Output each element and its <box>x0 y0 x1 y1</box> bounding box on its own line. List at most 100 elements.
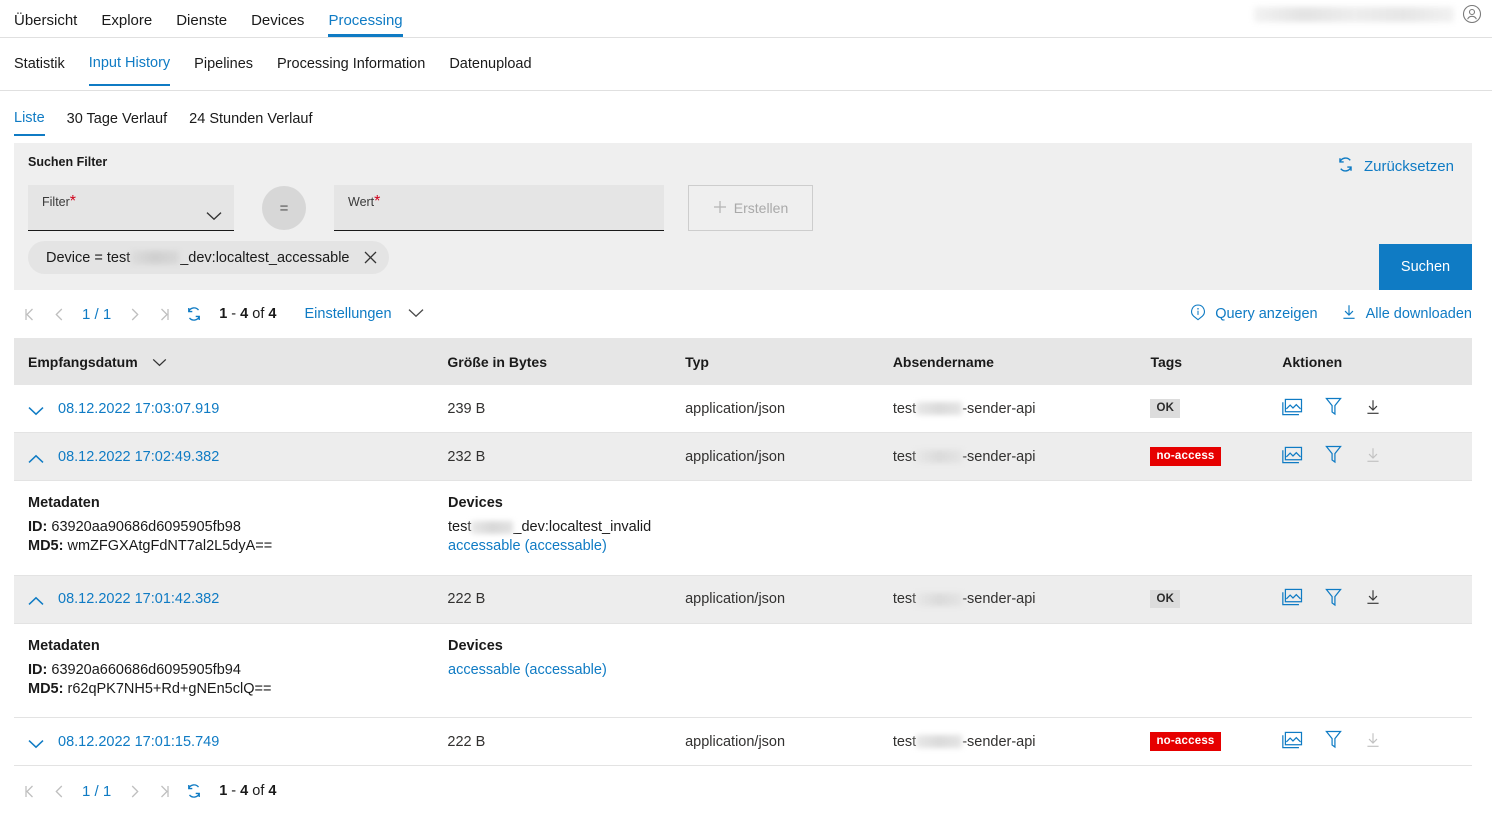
tab-24-stunden-verlauf[interactable]: 24 Stunden Verlauf <box>189 112 312 135</box>
download-all-button[interactable]: Alle downloaden <box>1340 303 1472 325</box>
nav-item-dienste[interactable]: Dienste <box>176 13 227 37</box>
refresh-table-icon[interactable] <box>179 299 209 329</box>
toolbar-actions: Query anzeigen Alle downloaden <box>1189 303 1472 325</box>
metadata-section: Metadaten ID: 63920aa90686d6095905fb98 M… <box>14 495 448 557</box>
next-page-icon[interactable] <box>119 776 149 806</box>
filter-funnel-icon[interactable] <box>1325 588 1342 611</box>
subnav-item-input-history[interactable]: Input History <box>89 42 170 86</box>
filter-funnel-icon[interactable] <box>1325 730 1342 753</box>
devices-section: Devices test_dev:localtest_invalid acces… <box>448 495 868 557</box>
cell-actions <box>1282 588 1472 611</box>
table-row[interactable]: 08.12.2022 17:02:49.382 232 B applicatio… <box>14 433 1472 481</box>
table-row[interactable]: 08.12.2022 17:01:15.749 222 B applicatio… <box>14 718 1472 766</box>
pagination-bottom-controls: 1 / 1 1 - 4 of 4 <box>14 776 276 806</box>
download-row-icon[interactable] <box>1364 588 1382 610</box>
range-end: 4 <box>240 783 248 799</box>
row-date-link[interactable]: 08.12.2022 17:03:07.919 <box>58 401 219 417</box>
column-header-typ[interactable]: Typ <box>685 354 893 370</box>
search-filter-title: Suchen Filter <box>28 155 1458 169</box>
reset-label: Zurücksetzen <box>1364 158 1454 175</box>
row-date-link[interactable]: 08.12.2022 17:01:15.749 <box>58 734 219 750</box>
nav-item-devices[interactable]: Devices <box>251 13 304 37</box>
subnav-item-processing-information[interactable]: Processing Information <box>277 43 425 85</box>
nav-item-processing[interactable]: Processing <box>328 13 402 37</box>
user-account-label <box>1254 7 1454 22</box>
nav-item-uebersicht[interactable]: Übersicht <box>14 13 77 37</box>
collapse-row-chevron-up-icon[interactable] <box>28 594 44 604</box>
first-page-icon[interactable] <box>14 776 44 806</box>
remove-filter-chip-icon[interactable] <box>364 251 377 264</box>
table-row[interactable]: 08.12.2022 17:03:07.919 239 B applicatio… <box>14 385 1472 433</box>
settings-link[interactable]: Einstellungen <box>304 306 391 322</box>
filter-funnel-icon[interactable] <box>1325 445 1342 468</box>
filter-funnel-icon[interactable] <box>1325 397 1342 420</box>
cell-date: 08.12.2022 17:01:15.749 <box>14 734 447 750</box>
devices-heading: Devices <box>448 495 868 511</box>
refresh-table-icon[interactable] <box>179 776 209 806</box>
preview-image-icon[interactable] <box>1282 398 1303 420</box>
search-button[interactable]: Suchen <box>1379 244 1472 290</box>
cell-size: 239 B <box>447 401 685 417</box>
table-row[interactable]: 08.12.2022 17:01:42.382 222 B applicatio… <box>14 576 1472 624</box>
row-date-link[interactable]: 08.12.2022 17:02:49.382 <box>58 449 219 465</box>
value-required-marker: * <box>374 193 380 210</box>
download-all-label: Alle downloaden <box>1366 306 1472 322</box>
tab-30-tage-verlauf[interactable]: 30 Tage Verlauf <box>67 112 168 135</box>
range-of: of <box>252 306 264 322</box>
cell-actions <box>1282 397 1472 420</box>
collapse-row-chevron-up-icon[interactable] <box>28 452 44 462</box>
filter-select[interactable]: Filter* <box>28 185 234 231</box>
filter-required-marker: * <box>70 193 76 210</box>
previous-page-icon[interactable] <box>44 299 74 329</box>
cell-sender: test -sender-api <box>893 449 1151 465</box>
cell-date: 08.12.2022 17:03:07.919 <box>14 401 447 417</box>
result-range: 1 - 4 of 4 <box>219 306 276 322</box>
next-page-icon[interactable] <box>119 299 149 329</box>
column-header-aktionen: Aktionen <box>1282 354 1472 370</box>
preview-image-icon[interactable] <box>1282 446 1303 468</box>
subnav-item-datenupload[interactable]: Datenupload <box>449 43 531 85</box>
metadata-id: ID: 63920a660686d6095905fb94 <box>28 661 448 680</box>
metadata-id: ID: 63920aa90686d6095905fb98 <box>28 518 448 537</box>
first-page-icon[interactable] <box>14 299 44 329</box>
device-link[interactable]: accessable (accessable) <box>448 661 868 680</box>
tab-liste[interactable]: Liste <box>14 111 45 136</box>
metadata-md5-label: MD5: <box>28 538 63 554</box>
device-link[interactable]: accessable (accessable) <box>448 537 868 556</box>
download-row-icon[interactable] <box>1364 398 1382 420</box>
previous-page-icon[interactable] <box>44 776 74 806</box>
sender-prefix: test <box>893 449 916 465</box>
value-input[interactable]: Wert* <box>334 185 664 231</box>
user-account-icon[interactable] <box>1462 4 1482 24</box>
devices-section: Devices accessable (accessable) <box>448 638 868 700</box>
reset-button[interactable]: Zurücksetzen <box>1336 155 1454 178</box>
row-detail-panel: Metadaten ID: 63920a660686d6095905fb94 M… <box>14 624 1472 719</box>
column-header-groesse[interactable]: Größe in Bytes <box>447 354 685 370</box>
column-header-empfangsdatum[interactable]: Empfangsdatum <box>14 354 447 370</box>
column-header-absendername[interactable]: Absendername <box>893 354 1151 370</box>
value-input-label: Wert <box>348 195 374 209</box>
nav-item-explore[interactable]: Explore <box>101 13 152 37</box>
column-header-tags[interactable]: Tags <box>1150 354 1282 370</box>
preview-image-icon[interactable] <box>1282 731 1303 753</box>
show-query-button[interactable]: Query anzeigen <box>1189 303 1317 325</box>
settings-chevron-down-icon[interactable] <box>408 305 424 323</box>
subnav-item-statistik[interactable]: Statistik <box>14 43 65 85</box>
sender-suffix: -sender-api <box>962 449 1035 465</box>
last-page-icon[interactable] <box>149 299 179 329</box>
status-badge: no-access <box>1150 447 1220 465</box>
expand-row-chevron-down-icon[interactable] <box>28 737 44 747</box>
preview-image-icon[interactable] <box>1282 588 1303 610</box>
sender-redacted-segment <box>916 450 962 463</box>
last-page-icon[interactable] <box>149 776 179 806</box>
sender-prefix: test <box>893 734 916 750</box>
create-filter-button[interactable]: Erstellen <box>688 185 813 231</box>
row-date-link[interactable]: 08.12.2022 17:01:42.382 <box>58 591 219 607</box>
subnav-item-pipelines[interactable]: Pipelines <box>194 43 253 85</box>
cell-type: application/json <box>685 449 893 465</box>
cell-date: 08.12.2022 17:02:49.382 <box>14 449 447 465</box>
refresh-icon <box>1336 155 1355 178</box>
cell-type: application/json <box>685 734 893 750</box>
account-area <box>1254 4 1482 24</box>
expand-row-chevron-down-icon[interactable] <box>28 404 44 414</box>
